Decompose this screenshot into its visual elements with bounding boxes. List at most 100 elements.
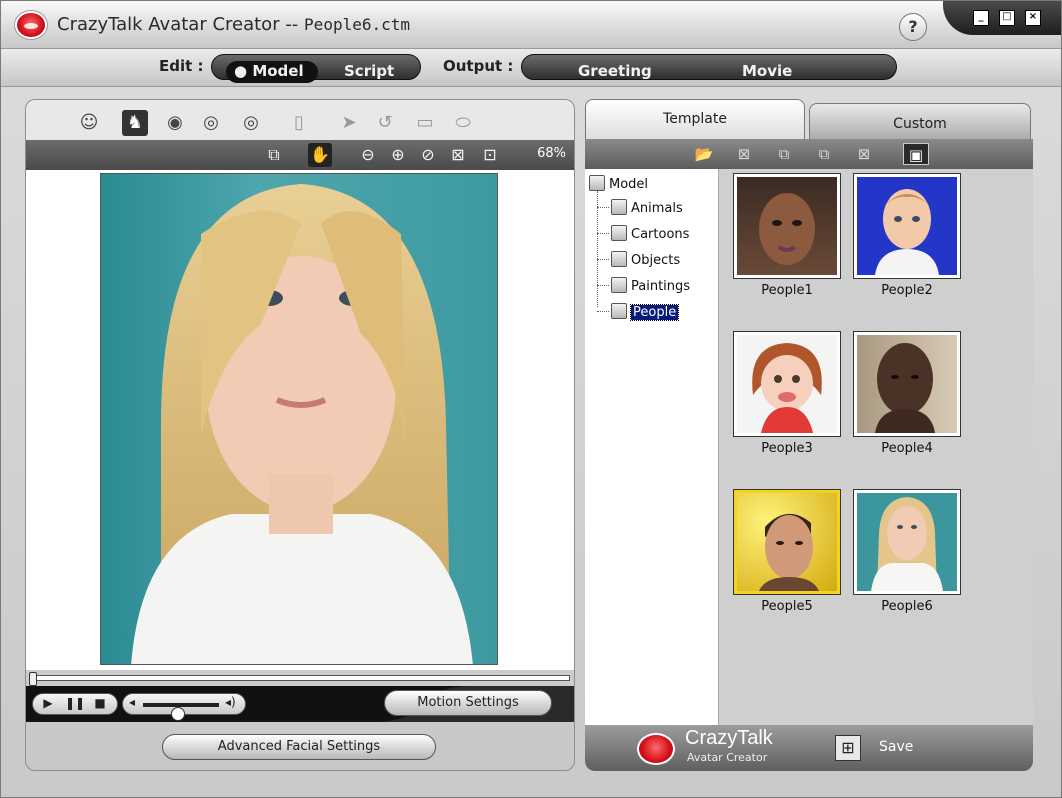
tree-item-paintings[interactable]: Paintings xyxy=(611,277,690,294)
model-library-panel: Template Custom 📂 ⊠ ⧉ ⧉ ⊠ ▣ Model Animal… xyxy=(585,99,1033,771)
eyes-icon[interactable]: ◎ xyxy=(198,110,224,136)
template-thumbnails: People1 People2 People3 People4 People5 … xyxy=(719,169,1033,725)
app-window: CrazyTalk Avatar Creator -- People6.ctm … xyxy=(0,0,1062,798)
playback-controls: ▶ ❚❚ ■ ◂ ◂) Motion Settings xyxy=(26,686,574,722)
title-bar: CrazyTalk Avatar Creator -- People6.ctm … xyxy=(1,1,1061,49)
library-footer: CrazyTalk Avatar Creator ⊞ Save xyxy=(585,725,1033,771)
zoom-out-icon[interactable]: ⊖ xyxy=(356,143,380,167)
model-canvas[interactable] xyxy=(26,170,574,670)
portrait-thumb xyxy=(871,497,943,591)
motion-settings-button[interactable]: Motion Settings xyxy=(384,690,552,716)
timeline-handle[interactable] xyxy=(29,672,37,686)
rotate-icon[interactable]: ↺ xyxy=(372,110,398,136)
zoom-level: 68% xyxy=(537,146,566,161)
edit-mode-switch: ● Model Script xyxy=(211,54,421,83)
close-button[interactable]: × xyxy=(1025,10,1041,26)
thumbnail-label: People5 xyxy=(761,599,813,614)
reset-icon[interactable]: ⊘ xyxy=(416,143,440,167)
category-tree: Model Animals Cartoons Objects Paintings… xyxy=(585,169,719,725)
play-icon[interactable]: ▶ xyxy=(39,696,57,710)
document-filename: People6.ctm xyxy=(304,15,411,34)
volume-slider-handle[interactable] xyxy=(170,707,185,721)
brand-subtitle: Avatar Creator xyxy=(687,751,768,764)
maximize-button[interactable]: □ xyxy=(999,10,1015,26)
tree-item-animals[interactable]: Animals xyxy=(611,199,683,216)
volume-control: ◂ ◂) xyxy=(122,693,246,721)
timeline-slider[interactable] xyxy=(29,672,570,686)
cursor-icon[interactable]: ➤ xyxy=(336,110,362,136)
book-icon xyxy=(611,225,627,241)
portrait-thumb xyxy=(759,513,819,591)
thumbnail-people4[interactable] xyxy=(853,331,961,437)
minimize-button[interactable]: _ xyxy=(973,10,989,26)
zoom-in-icon[interactable]: ⊕ xyxy=(386,143,410,167)
app-title: CrazyTalk Avatar Creator -- xyxy=(57,14,299,35)
window-controls: _ □ × xyxy=(943,1,1061,35)
greeting-button[interactable]: Greeting xyxy=(578,62,652,80)
transport-group: ▶ ❚❚ ■ xyxy=(32,693,118,715)
portrait-thumb xyxy=(752,343,822,433)
eyes-alt-icon[interactable]: ◎ xyxy=(238,110,264,136)
tree-item-objects[interactable]: Objects xyxy=(611,251,680,268)
thumbnail-label: People4 xyxy=(881,441,933,456)
portrait-thumb xyxy=(759,193,815,265)
movie-button[interactable]: Movie xyxy=(742,62,792,80)
tab-custom[interactable]: Custom xyxy=(809,103,1031,141)
open-book-icon xyxy=(611,303,627,319)
delete-doc-icon[interactable]: ⊠ xyxy=(733,143,755,165)
help-button[interactable]: ? xyxy=(899,13,927,41)
fit-view-icon[interactable]: ⧉ xyxy=(262,143,286,167)
thumbnail-label: People2 xyxy=(881,283,933,298)
book-icon xyxy=(611,199,627,215)
mouth-icon[interactable]: ⬭ xyxy=(450,110,476,136)
tab-template[interactable]: Template xyxy=(585,99,805,141)
tab-custom-label: Custom xyxy=(893,116,947,132)
paste-icon[interactable]: ⧉ xyxy=(813,143,835,165)
thumbnail-label: People3 xyxy=(761,441,813,456)
view-toggle-icon[interactable]: ▣ xyxy=(903,143,929,165)
stop-icon[interactable]: ■ xyxy=(91,696,109,710)
brand-name: CrazyTalk xyxy=(685,727,773,749)
volume-slider-track[interactable] xyxy=(143,703,219,721)
crop-icon[interactable]: ▭ xyxy=(412,110,438,136)
page-icon[interactable]: ▯ xyxy=(286,110,312,136)
volume-high-icon: ◂) xyxy=(225,695,236,709)
copy-icon[interactable]: ⧉ xyxy=(773,143,795,165)
portrait-thumb xyxy=(875,189,939,275)
tab-template-label: Template xyxy=(663,111,727,127)
volume-low-icon: ◂ xyxy=(129,695,136,709)
face-icon[interactable]: ☺ xyxy=(76,110,102,136)
folder-icon xyxy=(589,175,605,191)
fullscreen-icon[interactable]: ⊠ xyxy=(446,143,470,167)
save-button[interactable]: Save xyxy=(879,739,913,755)
remove-icon[interactable]: ⊠ xyxy=(853,143,875,165)
tree-connector xyxy=(597,311,609,312)
pause-icon[interactable]: ❚❚ xyxy=(65,696,85,710)
tree-connector xyxy=(597,285,609,286)
open-folder-icon[interactable]: 📂 xyxy=(693,143,715,165)
save-icon[interactable]: ⊞ xyxy=(835,735,861,761)
output-label: Output : xyxy=(443,57,514,75)
script-mode-button[interactable]: Script xyxy=(344,62,394,80)
book-icon xyxy=(611,251,627,267)
hand-icon[interactable]: ✋ xyxy=(308,143,332,167)
portrait-thumb xyxy=(875,343,935,433)
thumbnail-people6[interactable] xyxy=(853,489,961,595)
center-icon[interactable]: ⊡ xyxy=(478,143,502,167)
face-outline-icon[interactable]: ♞ xyxy=(122,110,148,136)
thumbnail-people3[interactable] xyxy=(733,331,841,437)
advanced-facial-settings-button[interactable]: Advanced Facial Settings xyxy=(162,734,436,760)
thumbnail-people2[interactable] xyxy=(853,173,961,279)
model-mode-button[interactable]: ● Model xyxy=(234,62,304,80)
library-toolbar: 📂 ⊠ ⧉ ⧉ ⊠ ▣ xyxy=(585,139,1033,169)
brand-logo-icon xyxy=(637,733,675,765)
model-photo xyxy=(100,173,498,665)
thumbnail-people1[interactable] xyxy=(733,173,841,279)
thumbnail-people5[interactable] xyxy=(733,489,841,595)
edit-label: Edit : xyxy=(159,57,204,75)
output-mode-switch: Greeting Movie xyxy=(521,54,897,80)
tree-root-model[interactable]: Model xyxy=(589,175,648,192)
tree-item-people[interactable]: People xyxy=(611,303,680,321)
tree-item-cartoons[interactable]: Cartoons xyxy=(611,225,689,242)
eye-icon[interactable]: ◉ xyxy=(162,110,188,136)
